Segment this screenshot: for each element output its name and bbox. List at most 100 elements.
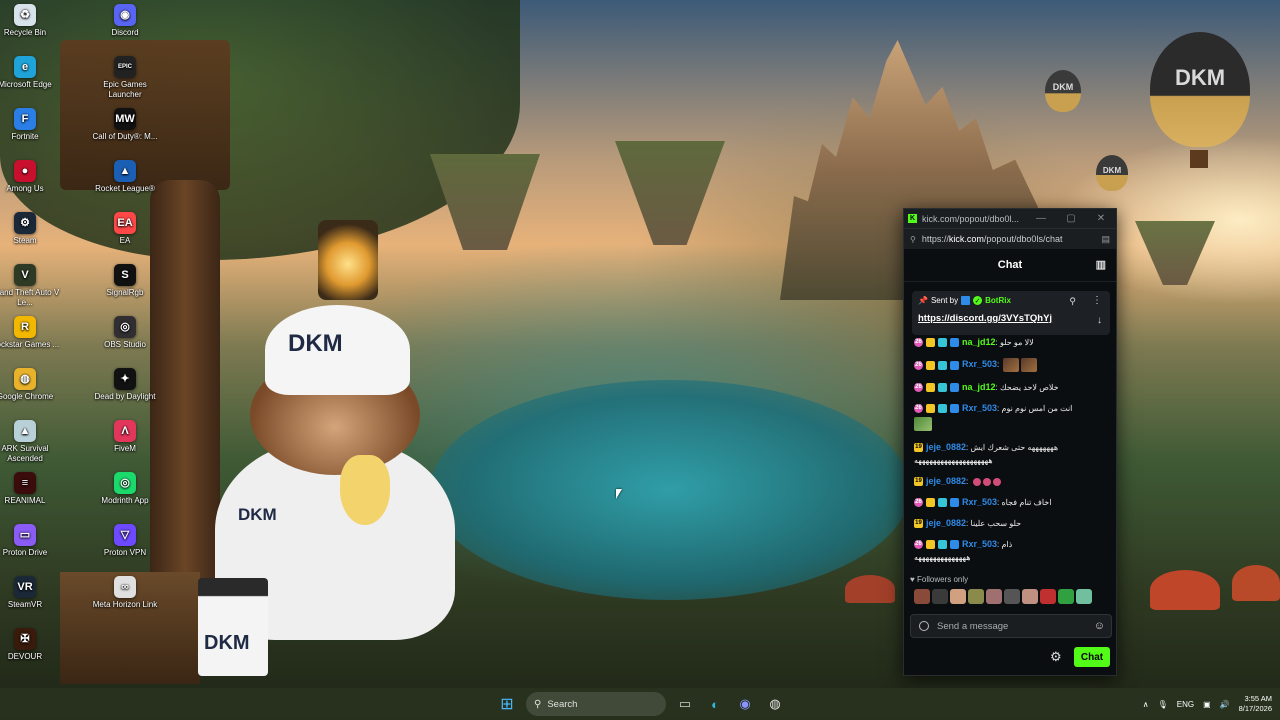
proton-drive-icon: ▭ [14, 524, 36, 546]
window-title-bar[interactable]: K kick.com/popout/dbo0l... — ▢ ✕ [904, 209, 1116, 228]
chat-username[interactable]: Rxr_503 [962, 539, 997, 549]
chat-separator: : [997, 360, 1002, 370]
emoji-picker-icon[interactable]: ☺ [1094, 620, 1105, 632]
chat-username[interactable]: Rxr_503 [962, 359, 997, 369]
desktop-shortcut[interactable]: V Grand Theft Auto V Le... [0, 264, 62, 308]
desktop-shortcut-label: Proton VPN [103, 548, 147, 557]
desktop-shortcut[interactable]: ◍ Google Chrome [0, 368, 62, 402]
show-hidden-icons-icon[interactable]: ∧ [1143, 700, 1149, 709]
emote[interactable] [950, 589, 966, 604]
pin-icon: 📌 [918, 296, 928, 305]
desktop-shortcut[interactable]: EA EA [88, 212, 162, 246]
desktop-shortcut-label: Google Chrome [0, 392, 54, 401]
desktop-shortcut[interactable]: ⚙ Steam [0, 212, 62, 246]
desktop-shortcut[interactable]: ▭ Proton Drive [0, 524, 62, 558]
clock[interactable]: 3:55 AM 8/17/2026 [1239, 694, 1272, 714]
start-button[interactable]: ⊞ [496, 693, 518, 715]
desktop-shortcut[interactable]: ♻ Recycle Bin [0, 4, 62, 38]
emote[interactable] [1040, 589, 1056, 604]
desktop-shortcut[interactable]: ≡ REANIMAL [0, 472, 62, 506]
chat-username[interactable]: jeje_0882 [926, 518, 966, 528]
desktop-shortcut[interactable]: ◎ Modrinth App [88, 472, 162, 506]
desktop-shortcut[interactable]: ✠ DEVOUR [0, 628, 62, 662]
desktop-shortcut[interactable]: ✦ Dead by Daylight [88, 368, 162, 402]
chat-username[interactable]: jeje_0882 [926, 442, 966, 452]
wallpaper-banana [340, 455, 390, 525]
balloon-logo-text: DKM [1174, 65, 1226, 90]
chat-username[interactable]: jeje_0882 [926, 476, 966, 486]
chat-text: حلو سحب علينا [970, 519, 1022, 528]
volume-icon[interactable]: 🔊 [1220, 700, 1230, 709]
send-chat-button[interactable]: Chat [1074, 647, 1110, 667]
emote[interactable] [1022, 589, 1038, 604]
chat-settings-icon[interactable]: ⚙ [1050, 649, 1062, 665]
wallpaper-mushroom [1232, 565, 1280, 601]
desktop-shortcut[interactable]: Λ FiveM [88, 420, 162, 454]
input-language[interactable]: ENG [1177, 700, 1194, 709]
desktop-shortcut[interactable]: ● Among Us [0, 160, 62, 194]
desktop-shortcut[interactable]: ▲ Rocket League® [88, 160, 162, 194]
close-button[interactable]: ✕ [1086, 213, 1116, 224]
signalrgb-icon: S [114, 264, 136, 286]
chat-message: 26 Rxr_503: [914, 358, 1110, 372]
vip-badge-icon [938, 498, 947, 508]
desktop-shortcut[interactable]: e Microsoft Edge [0, 56, 62, 90]
emote[interactable] [1058, 589, 1074, 604]
sub-badge-icon: 26 [914, 383, 923, 393]
message-input[interactable]: Send a message ☺ [910, 614, 1112, 638]
desktop-shortcut[interactable]: ◉ Discord [88, 4, 162, 38]
emote[interactable] [986, 589, 1002, 604]
desktop-shortcut[interactable]: VR SteamVR [0, 576, 62, 610]
desktop-shortcut[interactable]: EPIC Epic Games Launcher [88, 56, 162, 100]
chrome-taskbar-icon[interactable]: ◍ [764, 693, 786, 715]
chat-username[interactable]: na_jd12 [962, 337, 996, 347]
clock-time: 3:55 AM [1244, 694, 1272, 703]
minimize-button[interactable]: — [1026, 213, 1056, 224]
desktop-shortcut[interactable]: ▲ ARK Survival Ascended [0, 420, 62, 464]
microphone-icon[interactable]: 🎙 [1158, 700, 1168, 709]
chat-username[interactable]: Rxr_503 [962, 403, 997, 413]
chat-message: 26 na_jd12: خلاص لاحد يضحك [914, 382, 1110, 393]
system-tray: ∧ 🎙 ENG ▣ 🔊 3:55 AM 8/17/2026 [1143, 688, 1272, 720]
discord-taskbar-icon[interactable]: ◉ [734, 693, 756, 715]
site-info-icon[interactable]: ⚲ [910, 235, 916, 244]
url-text: https://kick.com/popout/dbo0ls/chat [922, 234, 1102, 244]
more-options-icon[interactable]: ⋮ [1092, 295, 1102, 306]
wallpaper-monkey-cap [265, 305, 410, 395]
unpin-icon[interactable]: ⚲ [1069, 296, 1076, 307]
vip-badge-icon [938, 404, 947, 414]
expand-down-icon[interactable]: ↓ [1097, 315, 1102, 326]
chat-username[interactable]: Rxr_503 [962, 497, 997, 507]
file-explorer-icon[interactable]: ▭ [674, 693, 696, 715]
maximize-button[interactable]: ▢ [1056, 213, 1086, 224]
obs-icon: ◎ [114, 316, 136, 338]
pinned-sender-name[interactable]: BotRix [985, 296, 1011, 305]
emote[interactable] [1004, 589, 1020, 604]
chat-message: 26 Rxr_503: اخاف تنام فجاه [914, 497, 1110, 508]
desktop-shortcut[interactable]: R Rockstar Games ... [0, 316, 62, 350]
emote[interactable] [932, 589, 948, 604]
cap-logo-text: DKM [288, 330, 343, 357]
desktop-shortcut[interactable]: ∞ Meta Horizon Link [88, 576, 162, 610]
desktop-shortcut[interactable]: ◎ OBS Studio [88, 316, 162, 350]
chat-message: 26 na_jd12: لالا مو حلو [914, 337, 1110, 348]
og-badge-icon [950, 540, 959, 550]
chat-text: هههههههه حتى شعرك ايش [970, 443, 1059, 452]
chat-username[interactable]: na_jd12 [962, 382, 996, 392]
desktop-shortcut-label: EA [119, 236, 131, 245]
desktop-shortcut[interactable]: S SignalRgb [88, 264, 162, 298]
emote[interactable] [914, 589, 930, 604]
address-bar[interactable]: ⚲ https://kick.com/popout/dbo0ls/chat ▤ [904, 228, 1116, 249]
desktop-shortcut[interactable]: F Fortnite [0, 108, 62, 142]
emote[interactable] [968, 589, 984, 604]
emote[interactable] [1076, 589, 1092, 604]
reader-mode-icon[interactable]: ▤ [1101, 234, 1110, 245]
leaderboard-icon[interactable]: ▥ [1096, 258, 1106, 271]
taskbar-search[interactable]: ⚲ Search [526, 692, 666, 716]
desktop-shortcut[interactable]: MW Call of Duty®: M... [88, 108, 162, 142]
pinned-link[interactable]: https://discord.gg/3VYsTQhYj [918, 313, 1052, 324]
desktop-shortcut[interactable]: ▽ Proton VPN [88, 524, 162, 558]
edge-taskbar-icon[interactable]: ◐ [704, 693, 726, 715]
network-icon[interactable]: ▣ [1203, 700, 1211, 709]
record-icon[interactable] [919, 621, 929, 631]
